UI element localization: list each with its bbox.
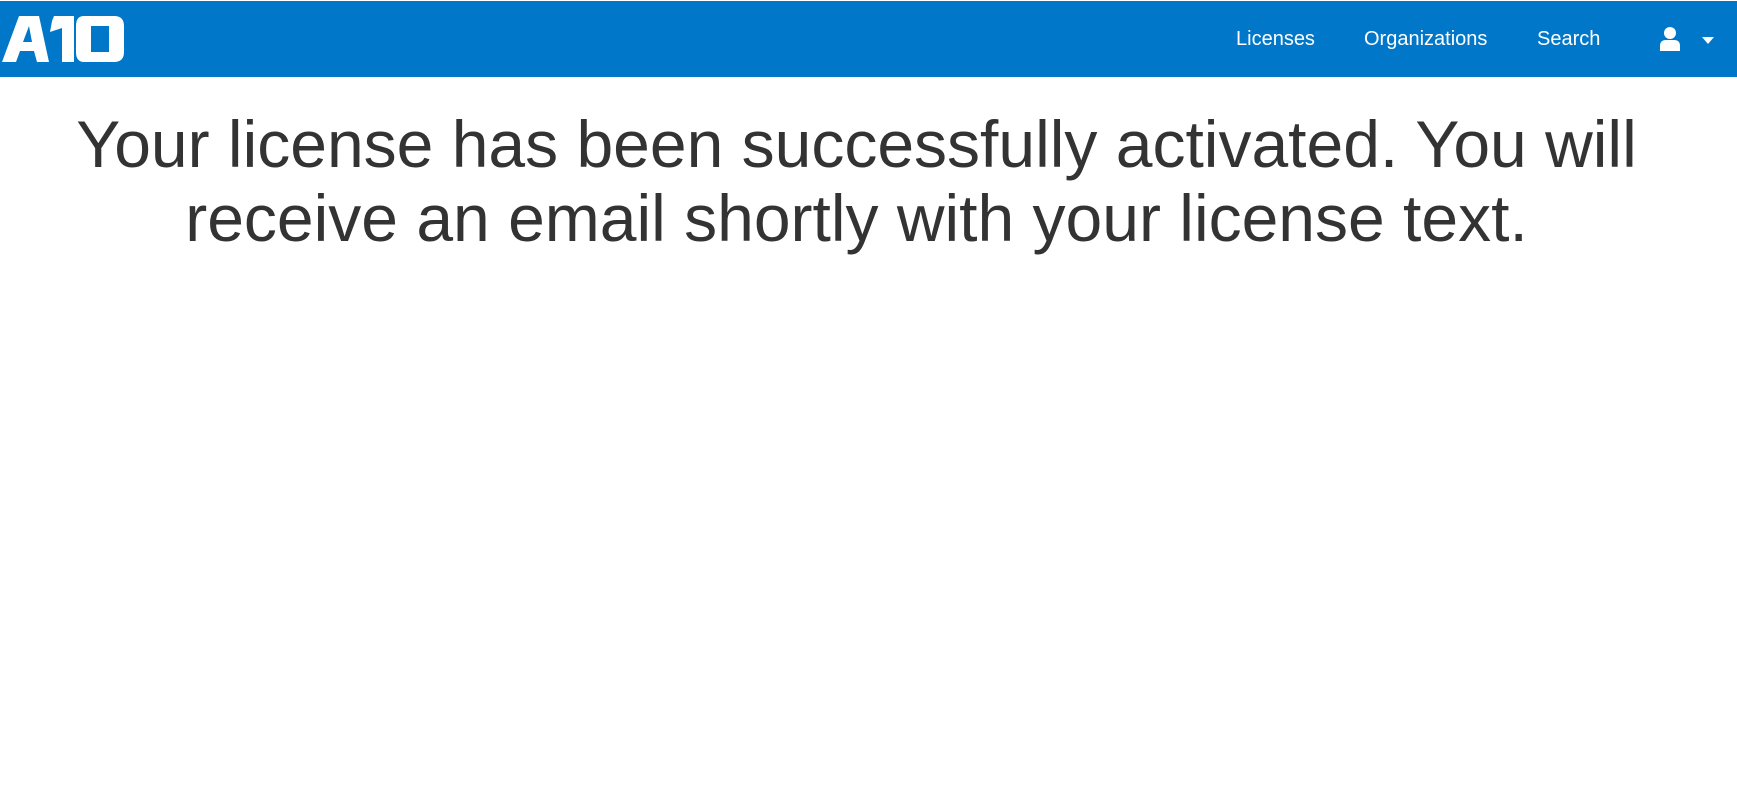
user-menu-dropdown[interactable]	[1660, 25, 1722, 55]
activation-success-message: Your license has been successfully activ…	[76, 107, 1637, 255]
nav-organizations-link[interactable]: Organizations	[1364, 28, 1487, 51]
a10-logo[interactable]	[2, 16, 124, 62]
caret-down-icon	[1702, 37, 1714, 44]
top-navbar: Licenses Organizations Search	[0, 1, 1737, 77]
nav-licenses-link[interactable]: Licenses	[1236, 28, 1315, 51]
nav-search-link[interactable]: Search	[1537, 28, 1600, 51]
user-icon	[1660, 27, 1680, 51]
